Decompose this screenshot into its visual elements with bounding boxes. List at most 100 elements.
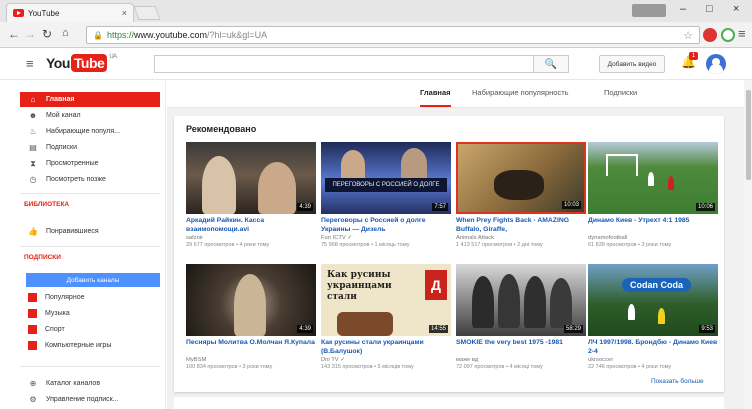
search-button[interactable]: 🔍	[533, 55, 569, 73]
video-meta: 29 677 просмотров • 4 роки тому	[186, 242, 270, 248]
video-thumbnail[interactable]: 4:39	[186, 142, 316, 214]
video-age: 2 дні тому	[517, 242, 543, 248]
thumbnail-banner: ПЕРЕГОВОРЫ С РОССИЕЙ О ДОЛГЕ	[325, 178, 447, 192]
video-title[interactable]: Аркадий Райкин. Касса взаимопомощи.avi	[186, 217, 316, 234]
maximize-button[interactable]: □	[706, 3, 713, 15]
home-button-icon[interactable]: ⌂	[62, 27, 69, 39]
sidebar-item-liked[interactable]: 👍 Понравившиеся	[20, 224, 160, 239]
sidebar-sub-sport[interactable]: Спорт	[20, 322, 160, 337]
video-thumbnail[interactable]: 10:03	[456, 142, 586, 214]
like-icon: 👍	[28, 227, 38, 236]
sidebar-item-home[interactable]: ⌂ Главная	[20, 92, 160, 107]
search-input[interactable]	[154, 55, 534, 73]
video-card[interactable]: ПЕРЕГОВОРЫ С РОССИЕЙ О ДОЛГЕ 7:57 Перего…	[321, 142, 451, 248]
sidebar-divider	[20, 366, 160, 367]
sidebar-item-subscriptions[interactable]: ▤ Подписки	[20, 140, 160, 155]
video-thumbnail[interactable]: 58:29	[456, 264, 586, 336]
sidebar-item-my-channel[interactable]: ☻ Мой канал	[20, 108, 160, 123]
url-scheme: https://	[106, 30, 134, 40]
extension-adblock-icon[interactable]	[703, 28, 717, 42]
reload-icon[interactable]: ↻	[42, 27, 52, 41]
video-card[interactable]: 4:39 Песняры Молитва О.Молчан Я.Купала M…	[186, 264, 316, 370]
thumbnail-ad-text: Codan Coda	[622, 278, 691, 292]
watch-later-icon: ◷	[29, 175, 37, 184]
back-arrow-icon[interactable]: ←	[8, 27, 20, 41]
video-thumbnail[interactable]: 10:06	[588, 142, 718, 214]
browser-tab[interactable]: YouTube ×	[6, 3, 134, 22]
video-title[interactable]: ЛЧ 1997/1998. Брондбю - Динамо Киев 2-4	[588, 339, 718, 356]
extension-circle-icon[interactable]	[721, 28, 735, 42]
sidebar-item-label: Компьютерные игры	[45, 342, 112, 349]
scrollbar-thumb[interactable]	[746, 90, 751, 180]
browser-profile-button[interactable]	[632, 4, 666, 17]
video-card[interactable]: 4:39 Аркадий Райкин. Касса взаимопомощи.…	[186, 142, 316, 248]
minimize-button[interactable]: –	[680, 3, 686, 15]
sidebar-item-label: Мой канал	[46, 112, 81, 119]
catalog-icon: ⊕	[29, 379, 37, 388]
video-title[interactable]: Динамо Киев - Утрехт 4:1 1985	[588, 217, 718, 234]
video-channel[interactable]: Fun ICTV ✓	[321, 235, 451, 241]
video-views: 61 839 просмотров	[588, 242, 637, 248]
video-channel[interactable]: маже вд	[456, 357, 586, 363]
next-shelf	[174, 397, 724, 409]
video-meta: 75 968 просмотров • 1 місяць тому	[321, 242, 410, 248]
forward-arrow-icon[interactable]: →	[24, 27, 36, 41]
youtube-logo[interactable]: You Tube UA	[46, 54, 117, 72]
bookmark-star-icon[interactable]: ☆	[683, 29, 693, 42]
tab-subscriptions[interactable]: Подписки	[604, 88, 637, 97]
video-channel[interactable]: Dni TV ✓	[321, 357, 451, 363]
sidebar-item-label: Спорт	[45, 326, 65, 333]
video-title[interactable]: SMOKIE the very best 1975 -1981	[456, 339, 586, 356]
add-channels-button[interactable]: Добавить каналы	[26, 273, 160, 287]
video-duration: 58:29	[563, 325, 583, 333]
video-thumbnail[interactable]: ПЕРЕГОВОРЫ С РОССИЕЙ О ДОЛГЕ 7:57	[321, 142, 451, 214]
library-heading: БИБЛИОТЕКА	[24, 201, 70, 208]
video-meta: 61 839 просмотров • 3 роки тому	[588, 242, 672, 248]
show-more-link[interactable]: Показать больше	[651, 378, 704, 385]
video-thumbnail[interactable]: 4:39	[186, 264, 316, 336]
video-card[interactable]: 58:29 SMOKIE the very best 1975 -1981 ма…	[456, 264, 586, 370]
tab-trending[interactable]: Набирающие популярность	[472, 88, 569, 97]
sidebar-sub-popular[interactable]: Популярное	[20, 290, 160, 305]
video-meta: 1 413 517 просмотров • 2 дні тому	[456, 242, 543, 248]
video-card[interactable]: 10:06 Динамо Киев - Утрехт 4:1 1985 dyna…	[588, 142, 718, 248]
url-host: www.youtube.com	[133, 30, 208, 40]
account-avatar[interactable]	[706, 54, 726, 74]
address-bar[interactable]: 🔒 https:// www.youtube.com /?hl=uk&gl=UA…	[86, 26, 700, 44]
video-meta: 22 746 просмотров • 4 роки тому	[588, 364, 672, 370]
video-thumbnail[interactable]: Codan Coda 9:53	[588, 264, 718, 336]
video-channel[interactable]: Animals Attack	[456, 235, 586, 241]
video-title[interactable]: Переговоры с Россией о долге Украины — Д…	[321, 217, 451, 234]
sidebar-item-manage-subscriptions[interactable]: ⚙ Управление подписк...	[20, 392, 160, 407]
video-card[interactable]: Codan Coda 9:53 ЛЧ 1997/1998. Брондбю - …	[588, 264, 718, 370]
video-channel[interactable]: dynamofootball	[588, 235, 718, 241]
video-card[interactable]: 10:03 When Prey Fights Back - AMAZING Bu…	[456, 142, 586, 248]
upload-button[interactable]: Добавить видео	[599, 55, 665, 73]
sidebar-item-history[interactable]: ⧗ Просмотренные	[20, 156, 160, 171]
window-close-button[interactable]: ×	[733, 3, 739, 15]
video-title[interactable]: Как русины стали украинцами (В.Балушок)	[321, 339, 451, 356]
new-tab-button[interactable]	[133, 6, 161, 20]
channel-thumb-icon	[28, 325, 37, 334]
guide-menu-icon[interactable]: ≡	[26, 56, 34, 71]
video-title[interactable]: When Prey Fights Back - AMAZING Buffalo,…	[456, 217, 586, 234]
video-title[interactable]: Песняры Молитва О.Молчан Я.Купала	[186, 339, 316, 356]
search-icon: 🔍	[544, 58, 558, 70]
tab-close-icon[interactable]: ×	[122, 8, 127, 18]
video-thumbnail[interactable]: Как русины украинцами стали Д 14:55	[321, 264, 451, 336]
video-channel[interactable]: ukrsoccer	[588, 357, 718, 363]
lock-icon: 🔒	[93, 30, 103, 40]
video-channel[interactable]: safzoir	[186, 235, 316, 241]
video-age: 4 роки тому	[239, 242, 270, 248]
sidebar-sub-music[interactable]: Музыка	[20, 306, 160, 321]
logo-tube: Tube	[70, 54, 108, 72]
video-channel[interactable]: MyBSM	[186, 357, 316, 363]
tab-home[interactable]: Главная	[420, 88, 451, 107]
sidebar-item-watch-later[interactable]: ◷ Посмотреть позже	[20, 172, 160, 187]
notification-badge: 1	[689, 52, 698, 60]
video-card[interactable]: Как русины украинцами стали Д 14:55 Как …	[321, 264, 451, 370]
sidebar-item-trending[interactable]: ♨ Набирающие популя...	[20, 124, 160, 139]
sidebar-item-channel-catalog[interactable]: ⊕ Каталог каналов	[20, 376, 160, 391]
sidebar-sub-games[interactable]: Компьютерные игры	[20, 338, 160, 353]
browser-menu-icon[interactable]: ≡	[738, 26, 746, 41]
